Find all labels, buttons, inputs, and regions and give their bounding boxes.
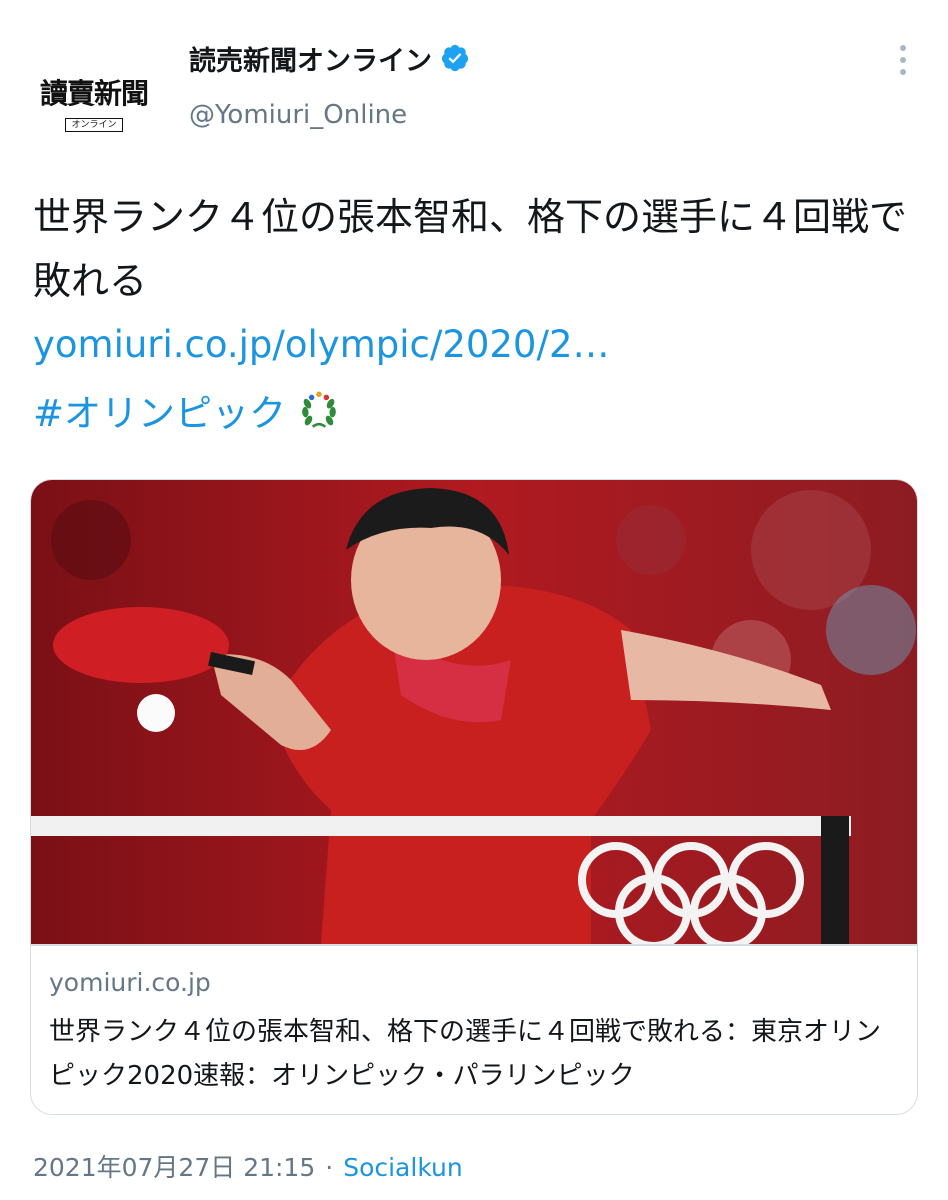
hashtag-row: #オリンピック bbox=[33, 380, 340, 440]
display-name-row[interactable]: 読売新聞オンライン bbox=[189, 38, 470, 78]
avatar[interactable]: 讀賣新聞 オンライン bbox=[24, 36, 164, 176]
tweet[interactable]: 讀賣新聞 オンライン 読売新聞オンライン @Yomiuri_Online 世界ラ… bbox=[0, 0, 948, 1200]
dot bbox=[900, 45, 906, 51]
card-divider bbox=[31, 944, 917, 946]
avatar-sub-label: オンライン bbox=[65, 117, 123, 133]
olympic-laurel-icon bbox=[302, 391, 336, 428]
dot bbox=[900, 69, 906, 75]
tweet-text: 世界ランク４位の張本智和、格下の選手に４回戦で敗れる bbox=[33, 195, 908, 303]
meta-row: 2021年07月27日 21:15 · Socialkun bbox=[33, 1146, 463, 1190]
timestamp[interactable]: 2021年07月27日 21:15 bbox=[33, 1153, 315, 1182]
handle[interactable]: @Yomiuri_Online bbox=[189, 100, 407, 130]
verified-badge-icon bbox=[441, 44, 469, 72]
card-domain: yomiuri.co.jp bbox=[49, 968, 211, 997]
dot bbox=[900, 57, 906, 63]
more-options-icon[interactable] bbox=[888, 40, 918, 80]
card-title: 世界ランク４位の張本智和、格下の選手に４回戦で敗れる：東京オリンピック2020速… bbox=[49, 1017, 882, 1091]
avatar-logo: 讀賣新聞 bbox=[39, 76, 149, 110]
card-image[interactable] bbox=[31, 480, 918, 944]
link-card[interactable]: yomiuri.co.jp 世界ランク４位の張本智和、格下の選手に４回戦で敗れる… bbox=[30, 479, 918, 1115]
meta-separator: · bbox=[325, 1153, 334, 1182]
source-app-link[interactable]: Socialkun bbox=[343, 1153, 463, 1182]
tweet-link[interactable]: yomiuri.co.jp/olympic/2020/2… bbox=[33, 315, 609, 375]
hashtag-olympic[interactable]: #オリンピック bbox=[33, 383, 286, 437]
display-name[interactable]: 読売新聞オンライン bbox=[189, 39, 432, 78]
